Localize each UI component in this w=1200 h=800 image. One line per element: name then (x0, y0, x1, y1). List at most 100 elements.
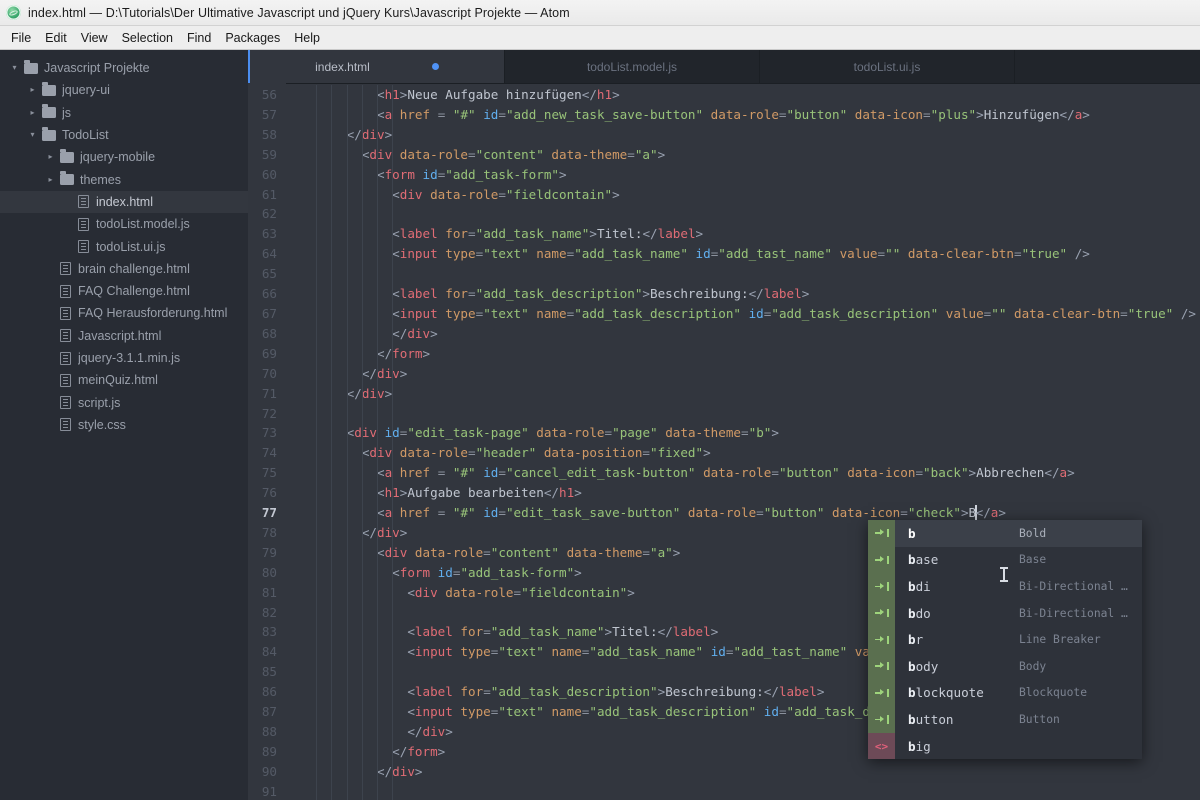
snippet-bar-icon (887, 715, 889, 723)
code-token-eq: = (915, 465, 923, 480)
code-line[interactable]: <input type="text" name="add_task_name" … (286, 244, 1200, 264)
code-token-punc: > (961, 505, 969, 520)
tab-modified-indicator-icon[interactable] (432, 63, 439, 70)
tree-view-sidebar[interactable]: Javascript Projektejquery-uijsTodoListjq… (0, 50, 248, 800)
code-line[interactable]: <div data-role="fieldcontain"> (286, 185, 1200, 205)
code-token-tag: div (385, 545, 408, 560)
code-token-punc: < (407, 644, 415, 659)
code-token-punc: > (976, 107, 984, 122)
chevron-right-icon[interactable] (45, 176, 56, 184)
code-line[interactable]: <div data-role="header" data-position="f… (286, 443, 1200, 463)
autocomplete-item-bdi[interactable]: bdiBi-Directional Isolat… (868, 573, 1142, 600)
code-token-punc: > (400, 525, 408, 540)
chevron-right-icon[interactable] (27, 109, 38, 117)
chevron-right-icon[interactable] (45, 153, 56, 161)
code-line[interactable]: <h1>Neue Aufgabe hinzufügen</h1> (286, 85, 1200, 105)
tree-item-todolist[interactable]: TodoList (0, 124, 248, 146)
autocomplete-item-base[interactable]: baseBase (868, 547, 1142, 574)
code-line[interactable] (286, 782, 1200, 800)
autocomplete-item-br[interactable]: brLine Breaker (868, 626, 1142, 653)
tree-item-todolist-model-js[interactable]: todoList.model.js (0, 213, 248, 235)
code-token-punc: < (392, 187, 400, 202)
tree-item-brain-challenge-html[interactable]: brain challenge.html (0, 258, 248, 280)
tree-item-style-css[interactable]: style.css (0, 414, 248, 436)
tab-todolist-model-js[interactable]: todoList.model.js (505, 50, 760, 83)
chevron-right-icon[interactable] (27, 86, 38, 94)
autocomplete-item-big[interactable]: <>big (868, 733, 1142, 760)
menu-item-packages[interactable]: Packages (218, 28, 287, 48)
code-token-eq: = (483, 624, 491, 639)
code-token-attrid: id (476, 465, 499, 480)
chevron-down-icon[interactable] (27, 131, 38, 139)
tree-item-javascript-html[interactable]: Javascript.html (0, 325, 248, 347)
chevron-down-icon[interactable] (9, 64, 20, 72)
code-line[interactable]: </form> (286, 344, 1200, 364)
tab-todolist-ui-js[interactable]: todoList.ui.js (760, 50, 1015, 83)
snippet-completion-icon (868, 626, 895, 653)
menu-item-help[interactable]: Help (287, 28, 327, 48)
code-token-text: Neue Aufgabe hinzufügen (407, 87, 581, 102)
code-line[interactable]: </div> (286, 125, 1200, 145)
code-line[interactable]: </div> (286, 364, 1200, 384)
code-line[interactable]: <input type="text" name="add_task_descri… (286, 304, 1200, 324)
tree-item-themes[interactable]: themes (0, 168, 248, 190)
tree-item-label: jquery-3.1.1.min.js (78, 351, 180, 365)
code-token-tag: input (415, 704, 453, 719)
autocomplete-description: Base (1019, 553, 1142, 566)
menu-item-file[interactable]: File (4, 28, 38, 48)
code-line[interactable] (286, 404, 1200, 424)
menu-bar: FileEditViewSelectionFindPackagesHelp (0, 26, 1200, 50)
code-line[interactable]: </div> (286, 384, 1200, 404)
code-token-tag: div (377, 525, 400, 540)
code-line[interactable]: </div> (286, 762, 1200, 782)
tree-item-todolist-ui-js[interactable]: todoList.ui.js (0, 235, 248, 257)
tree-item-jquery-3-1-1-min-js[interactable]: jquery-3.1.1.min.js (0, 347, 248, 369)
autocomplete-item-bdo[interactable]: bdoBi-Directional Overri… (868, 600, 1142, 627)
code-token-attrid: id (476, 107, 499, 122)
menu-item-find[interactable]: Find (180, 28, 218, 48)
code-token-punc: > (1082, 107, 1090, 122)
line-number: 59 (248, 145, 277, 165)
code-line[interactable]: </div> (286, 324, 1200, 344)
autocomplete-match-prefix: b (908, 659, 916, 674)
autocomplete-item-b[interactable]: bBold (868, 520, 1142, 547)
autocomplete-item-blockquote[interactable]: blockquoteBlockquote (868, 680, 1142, 707)
tree-item-script-js[interactable]: script.js (0, 391, 248, 413)
code-line[interactable]: <a href = "#" id="cancel_edit_task-butto… (286, 463, 1200, 483)
tree-item-js[interactable]: js (0, 102, 248, 124)
line-number: 72 (248, 404, 277, 424)
autocomplete-popup[interactable]: bBoldbaseBasebdiBi-Directional Isolat…bd… (868, 520, 1142, 759)
menu-item-edit[interactable]: Edit (38, 28, 74, 48)
code-line[interactable] (286, 264, 1200, 284)
code-token-punc: </ (392, 744, 407, 759)
code-line[interactable] (286, 204, 1200, 224)
code-line[interactable]: <div data-role="content" data-theme="a"> (286, 145, 1200, 165)
tab-index-html[interactable]: index.html (248, 50, 505, 83)
code-line[interactable]: <form id="add_task-form"> (286, 165, 1200, 185)
tree-item-javascript-projekte[interactable]: Javascript Projekte (0, 57, 248, 79)
code-line[interactable]: <h1>Aufgabe bearbeiten</h1> (286, 483, 1200, 503)
autocomplete-word-rest: r (916, 632, 924, 647)
tree-item-faq-challenge-html[interactable]: FAQ Challenge.html (0, 280, 248, 302)
tree-item-jquery-mobile[interactable]: jquery-mobile (0, 146, 248, 168)
code-token-eq: = (498, 187, 506, 202)
code-token-tag: form (385, 167, 415, 182)
snippet-arrow-icon (875, 555, 888, 564)
tree-item-index-html[interactable]: index.html (0, 191, 248, 213)
file-icon (60, 285, 71, 298)
autocomplete-item-body[interactable]: bodyBody (868, 653, 1142, 680)
menu-item-view[interactable]: View (74, 28, 115, 48)
code-token-str: "#" (453, 107, 476, 122)
menu-item-selection[interactable]: Selection (115, 28, 180, 48)
tree-item-jquery-ui[interactable]: jquery-ui (0, 79, 248, 101)
code-line[interactable]: <div id="edit_task-page" data-role="page… (286, 423, 1200, 443)
code-token-eq: = (779, 107, 787, 122)
code-line[interactable]: <label for="add_task_name">Titel:</label… (286, 224, 1200, 244)
code-line[interactable]: <a href = "#" id="add_new_task_save-butt… (286, 105, 1200, 125)
autocomplete-item-button[interactable]: buttonButton (868, 706, 1142, 733)
tree-item-meinquiz-html[interactable]: meinQuiz.html (0, 369, 248, 391)
code-token-attr: data-theme (559, 545, 642, 560)
code-line[interactable]: <label for="add_task_description">Beschr… (286, 284, 1200, 304)
code-token-punc: /> (1067, 246, 1090, 261)
tree-item-faq-herausforderung-html[interactable]: FAQ Herausforderung.html (0, 302, 248, 324)
